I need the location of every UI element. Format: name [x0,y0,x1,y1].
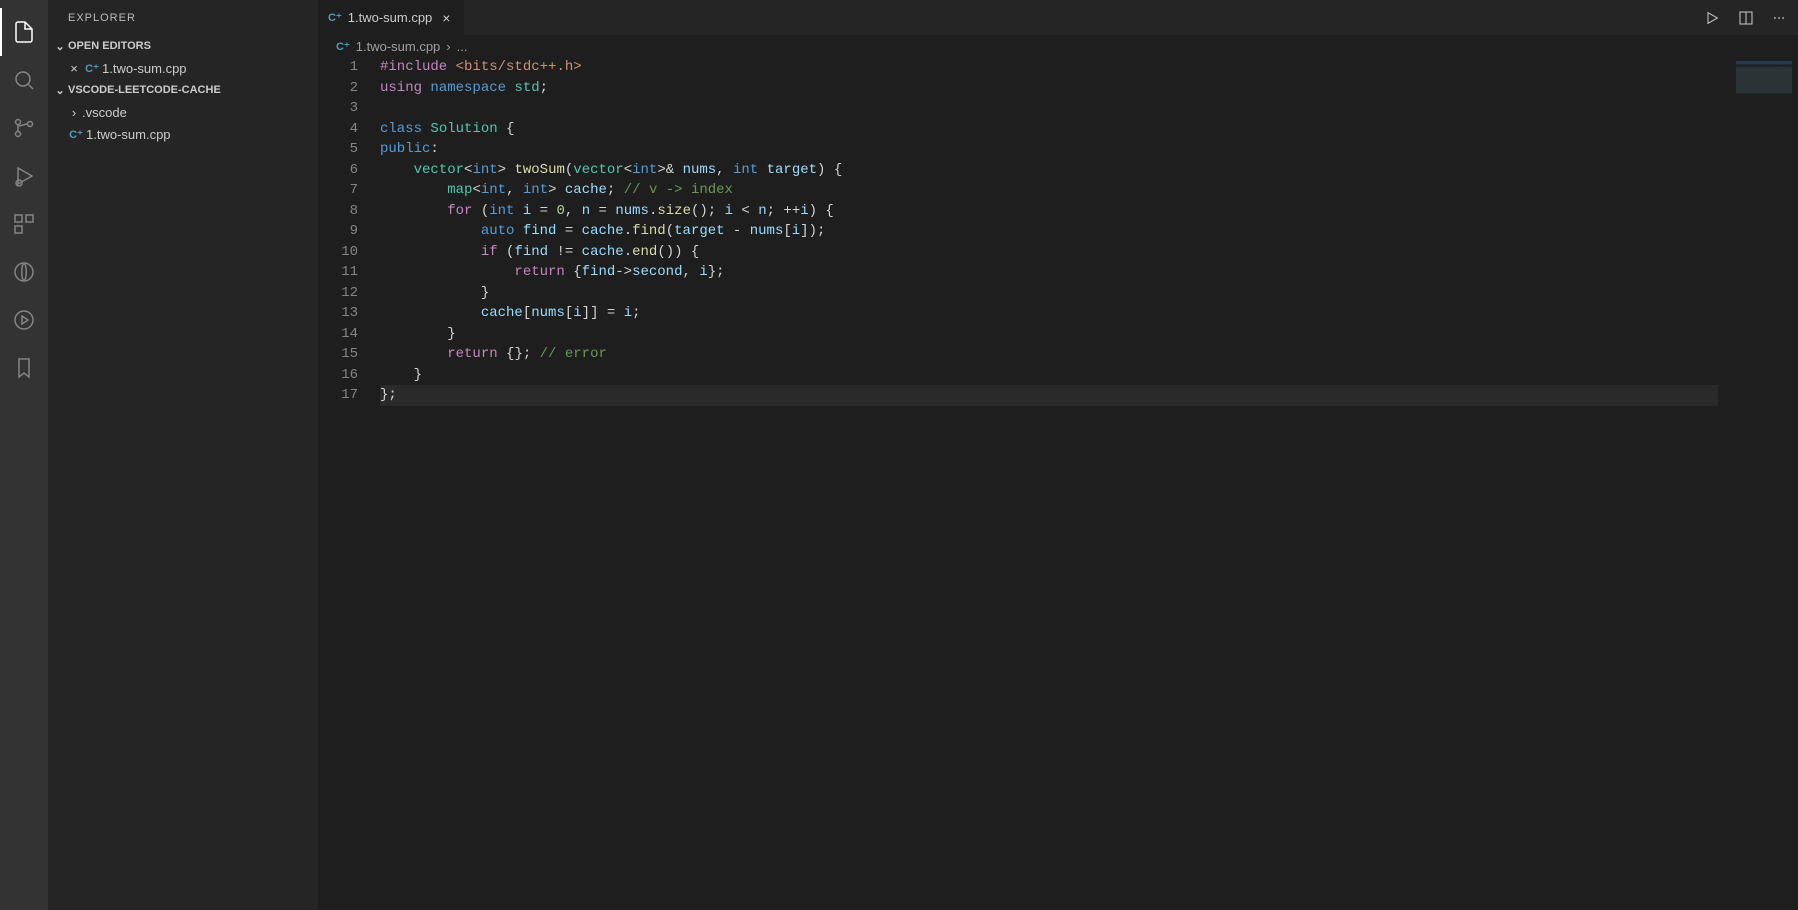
folder-item-vscode[interactable]: › .vscode [48,101,318,123]
tab-two-sum[interactable]: C⁺ 1.two-sum.cpp × [318,0,465,35]
code-line[interactable]: if (find != cache.end()) { [380,242,1798,263]
activity-run-debug[interactable] [0,152,48,200]
search-icon [12,68,36,92]
code-line[interactable]: class Solution { [380,119,1798,140]
editor-area: C⁺ 1.two-sum.cpp × C⁺ 1.two-sum.cpp › ..… [318,0,1798,910]
play-icon [1704,10,1720,26]
activity-bookmark[interactable] [0,344,48,392]
line-number: 5 [318,139,358,160]
cpp-file-icon: C⁺ [66,128,86,141]
play-circle-icon [12,308,36,332]
tabs-bar: C⁺ 1.two-sum.cpp × [318,0,1798,35]
activity-custom-tree[interactable] [0,248,48,296]
code-line[interactable]: map<int, int> cache; // v -> index [380,180,1798,201]
line-number: 13 [318,303,358,324]
cpp-file-icon: C⁺ [328,11,342,24]
tab-filename: 1.two-sum.cpp [348,10,433,25]
line-number: 7 [318,180,358,201]
chevron-down-icon: ⌄ [52,84,68,97]
code-line[interactable]: for (int i = 0, n = nums.size(); i < n; … [380,201,1798,222]
line-number: 3 [318,98,358,119]
line-number: 15 [318,344,358,365]
activity-search[interactable] [0,56,48,104]
breadcrumb-separator: › [446,39,450,54]
line-number: 17 [318,385,358,406]
line-number: 1 [318,57,358,78]
branch-icon [12,116,36,140]
minimap-preview [1736,61,1792,97]
code-line[interactable]: #include <bits/stdc++.h> [380,57,1798,78]
breadcrumb[interactable]: C⁺ 1.two-sum.cpp › ... [318,35,1798,57]
chevron-down-icon: ⌄ [52,40,68,53]
line-number: 4 [318,119,358,140]
folder-name: .vscode [82,105,127,120]
section-workspace-label: VSCODE-LEETCODE-CACHE [68,84,221,96]
code-line[interactable]: using namespace std; [380,78,1798,99]
open-editor-filename: 1.two-sum.cpp [102,61,187,76]
line-number: 14 [318,324,358,345]
close-icon[interactable]: × [66,61,82,76]
minimap[interactable] [1718,57,1798,910]
files-icon [12,20,36,44]
activity-source-control[interactable] [0,104,48,152]
chevron-right-icon: › [66,105,82,120]
ellipsis-icon [1772,10,1786,26]
run-button[interactable] [1704,10,1720,26]
code-line[interactable] [380,98,1798,119]
line-number: 8 [318,201,358,222]
line-number: 11 [318,262,358,283]
file-item-two-sum[interactable]: C⁺ 1.two-sum.cpp [48,123,318,145]
activity-extensions[interactable] [0,200,48,248]
line-number: 9 [318,221,358,242]
code-line[interactable]: return {}; // error [380,344,1798,365]
bookmark-icon [12,356,36,380]
extensions-icon [12,212,36,236]
line-number: 6 [318,160,358,181]
file-name: 1.two-sum.cpp [86,127,171,142]
tab-actions [1704,0,1798,35]
section-open-editors[interactable]: ⌄ OPEN EDITORS [48,35,318,57]
code-line[interactable]: } [380,283,1798,304]
code-content[interactable]: #include <bits/stdc++.h>using namespace … [380,57,1798,910]
code-line[interactable]: return {find->second, i}; [380,262,1798,283]
sidebar-title: EXPLORER [48,0,318,35]
activity-bar [0,0,48,910]
cpp-file-icon: C⁺ [82,62,102,75]
tree-icon [12,260,36,284]
activity-explorer[interactable] [0,8,48,56]
debug-icon [12,164,36,188]
section-workspace[interactable]: ⌄ VSCODE-LEETCODE-CACHE [48,79,318,101]
open-editor-item[interactable]: × C⁺ 1.two-sum.cpp [48,57,318,79]
code-line[interactable]: public: [380,139,1798,160]
activity-custom-play[interactable] [0,296,48,344]
code-line[interactable]: } [380,365,1798,386]
breadcrumb-file: 1.two-sum.cpp [356,39,441,54]
line-number: 10 [318,242,358,263]
explorer-sidebar: EXPLORER ⌄ OPEN EDITORS × C⁺ 1.two-sum.c… [48,0,318,910]
split-icon [1738,10,1754,26]
line-number: 16 [318,365,358,386]
split-editor-button[interactable] [1738,10,1754,26]
line-number: 2 [318,78,358,99]
code-line[interactable]: cache[nums[i]] = i; [380,303,1798,324]
tab-close-icon[interactable]: × [438,10,454,26]
code-line[interactable]: } [380,324,1798,345]
section-open-editors-label: OPEN EDITORS [68,40,151,52]
code-editor[interactable]: 1234567891011121314151617 #include <bits… [318,57,1798,910]
code-line[interactable]: }; [380,385,1798,406]
breadcrumb-rest: ... [457,39,468,54]
code-line[interactable]: auto find = cache.find(target - nums[i])… [380,221,1798,242]
code-line[interactable]: vector<int> twoSum(vector<int>& nums, in… [380,160,1798,181]
more-actions-button[interactable] [1772,10,1786,26]
cpp-file-icon: C⁺ [336,40,350,53]
line-number: 12 [318,283,358,304]
line-gutter: 1234567891011121314151617 [318,57,380,910]
